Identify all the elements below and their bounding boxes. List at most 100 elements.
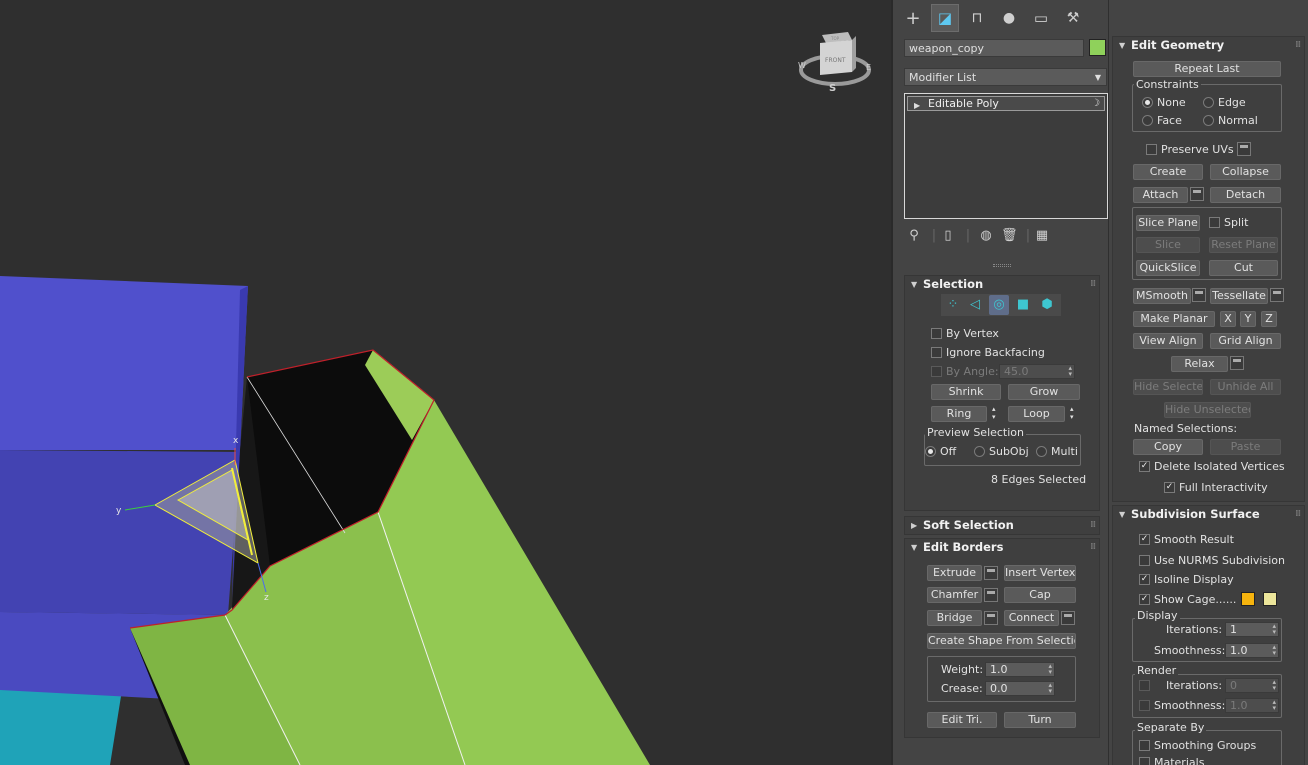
expand-arrow-icon[interactable]: ▶ (914, 99, 920, 112)
preview-subobj-radio[interactable]: SubObj (974, 445, 1029, 458)
create-shape-button[interactable]: Create Shape From Selection (927, 633, 1076, 649)
modifier-stack[interactable]: ▶ Editable Poly ☽ (904, 93, 1108, 219)
turn-button[interactable]: Turn (1004, 712, 1076, 728)
smoothing-groups-checkbox[interactable]: Smoothing Groups (1139, 739, 1256, 752)
motion-tab[interactable]: ● (995, 4, 1023, 32)
connect-button[interactable]: Connect (1004, 610, 1059, 626)
polygon-icon[interactable]: ■ (1013, 295, 1033, 315)
bridge-settings-button[interactable] (984, 611, 998, 625)
unhide-all-button[interactable]: Unhide All (1210, 379, 1281, 395)
hide-unselected-button[interactable]: Hide Unselected (1164, 402, 1251, 418)
slice-plane-button[interactable]: Slice Plane (1136, 215, 1200, 231)
display-smoothness-spinner[interactable]: 1.0 ▴ ▾ (1225, 643, 1279, 658)
make-planar-z-button[interactable]: Z (1261, 311, 1277, 327)
extrude-button[interactable]: Extrude (927, 565, 982, 581)
split-checkbox[interactable]: Split (1209, 216, 1248, 229)
moon-icon[interactable]: ☽ (1091, 97, 1100, 110)
tessellate-settings-button[interactable] (1270, 288, 1284, 302)
loop-spinner[interactable]: ▴ ▾ (1070, 405, 1074, 421)
tessellate-button[interactable]: Tessellate (1210, 288, 1268, 304)
msmooth-settings-button[interactable] (1192, 288, 1206, 302)
show-cage-checkbox[interactable]: ✓ Show Cage...... (1139, 593, 1236, 606)
relax-settings-button[interactable] (1230, 356, 1244, 370)
crease-spinner[interactable]: 0.0 ▴ ▾ (985, 681, 1055, 696)
bridge-button[interactable]: Bridge (927, 610, 982, 626)
cut-button[interactable]: Cut (1209, 260, 1278, 276)
edit-borders-header[interactable]: ▼ Edit Borders ⁞⁞ (905, 539, 1099, 557)
detach-button[interactable]: Detach (1210, 187, 1281, 203)
border-icon[interactable]: ◎ (989, 295, 1009, 315)
slice-button[interactable]: Slice (1136, 237, 1200, 253)
cage-color-swatch-2[interactable] (1263, 592, 1277, 606)
constraint-face-radio[interactable]: Face (1142, 114, 1182, 127)
msmooth-button[interactable]: MSmooth (1133, 288, 1191, 304)
shrink-button[interactable]: Shrink (931, 384, 1001, 400)
edit-tri-button[interactable]: Edit Tri. (927, 712, 997, 728)
render-smoothness-spinner[interactable]: 1.0 ▴ ▾ (1225, 698, 1279, 713)
preserve-uvs-settings-button[interactable] (1237, 142, 1251, 156)
make-unique-icon[interactable]: ◍ (979, 228, 993, 244)
modifier-list-dropdown[interactable]: Modifier List ▼ (904, 68, 1107, 86)
create-button[interactable]: Create (1133, 164, 1203, 180)
attach-settings-button[interactable] (1190, 187, 1204, 201)
by-angle-checkbox[interactable]: By Angle: (931, 365, 999, 378)
reset-plane-button[interactable]: Reset Plane (1209, 237, 1278, 253)
cap-button[interactable]: Cap (1004, 587, 1076, 603)
make-planar-x-button[interactable]: X (1220, 311, 1236, 327)
use-nurms-checkbox[interactable]: Use NURMS Subdivision (1139, 554, 1285, 567)
chamfer-button[interactable]: Chamfer (927, 587, 982, 603)
ignore-backfacing-checkbox[interactable]: Ignore Backfacing (931, 346, 1045, 359)
connect-settings-button[interactable] (1061, 611, 1075, 625)
copy-button[interactable]: Copy (1133, 439, 1203, 455)
make-planar-button[interactable]: Make Planar (1133, 311, 1215, 327)
selection-header[interactable]: ▼ Selection ⁞⁞ (905, 276, 1099, 294)
element-icon[interactable]: ⬢ (1037, 295, 1057, 315)
ring-button[interactable]: Ring (931, 406, 987, 422)
preserve-uvs-checkbox[interactable]: Preserve UVs (1146, 143, 1234, 156)
pin-stack-icon[interactable]: ⚲ (907, 228, 921, 244)
utilities-tab[interactable]: ⚒ (1059, 4, 1087, 32)
extrude-settings-button[interactable] (984, 566, 998, 580)
insert-vertex-button[interactable]: Insert Vertex (1004, 565, 1076, 581)
view-align-button[interactable]: View Align (1133, 333, 1203, 349)
preview-multi-radio[interactable]: Multi (1036, 445, 1078, 458)
isoline-display-checkbox[interactable]: ✓ Isoline Display (1139, 573, 1234, 586)
delete-isolated-checkbox[interactable]: ✓ Delete Isolated Vertices (1139, 460, 1285, 473)
subdivision-surface-header[interactable]: ▼ Subdivision Surface ⁞⁞ (1113, 506, 1304, 524)
vertex-icon[interactable]: ⁘ (943, 295, 963, 315)
configure-sets-icon[interactable]: ▦ (1035, 228, 1049, 244)
weight-spinner[interactable]: 1.0 ▴ ▾ (985, 662, 1055, 677)
render-iterations-spinner[interactable]: 0 ▴ ▾ (1225, 678, 1279, 693)
modify-tab[interactable]: ◪ (931, 4, 959, 32)
edit-geometry-header[interactable]: ▼ Edit Geometry ⁞⁞ (1113, 37, 1304, 55)
object-name-field[interactable]: weapon_copy (904, 39, 1084, 57)
create-tab[interactable]: + (899, 4, 927, 32)
display-iterations-spinner[interactable]: 1 ▴ ▾ (1225, 622, 1279, 637)
attach-button[interactable]: Attach (1133, 187, 1188, 203)
by-angle-spinner[interactable]: 45.0 ▴ ▾ (999, 364, 1075, 379)
repeat-last-button[interactable]: Repeat Last (1133, 61, 1281, 77)
grid-align-button[interactable]: Grid Align (1210, 333, 1281, 349)
materials-checkbox[interactable]: Materials (1139, 756, 1204, 765)
soft-selection-header[interactable]: ▶ Soft Selection ⁞⁞ (905, 517, 1099, 535)
relax-button[interactable]: Relax (1171, 356, 1228, 372)
collapse-button[interactable]: Collapse (1210, 164, 1281, 180)
make-planar-y-button[interactable]: Y (1240, 311, 1256, 327)
ring-spinner[interactable]: ▴ ▾ (992, 405, 996, 421)
object-color-swatch[interactable] (1089, 39, 1106, 56)
hierarchy-tab[interactable]: ⊓ (963, 4, 991, 32)
quickslice-button[interactable]: QuickSlice (1136, 260, 1200, 276)
loop-button[interactable]: Loop (1008, 406, 1065, 422)
hide-selected-button[interactable]: Hide Selected (1133, 379, 1203, 395)
constraint-none-radio[interactable]: None (1142, 96, 1186, 109)
trash-icon[interactable]: 🗑 (1001, 228, 1018, 244)
display-tab[interactable]: ▭ (1027, 4, 1055, 32)
paste-button[interactable]: Paste (1210, 439, 1281, 455)
viewport-scene[interactable]: x y z FRONT TOP S W E (0, 0, 891, 765)
edge-icon[interactable]: ◁ (965, 295, 985, 315)
show-end-result-icon[interactable]: ▯ (941, 228, 955, 244)
stack-item-editable-poly[interactable]: ▶ Editable Poly ☽ (907, 96, 1105, 111)
preview-off-radio[interactable]: Off (925, 445, 956, 458)
constraint-normal-radio[interactable]: Normal (1203, 114, 1258, 127)
viewport[interactable]: x y z FRONT TOP S W E (0, 0, 891, 765)
